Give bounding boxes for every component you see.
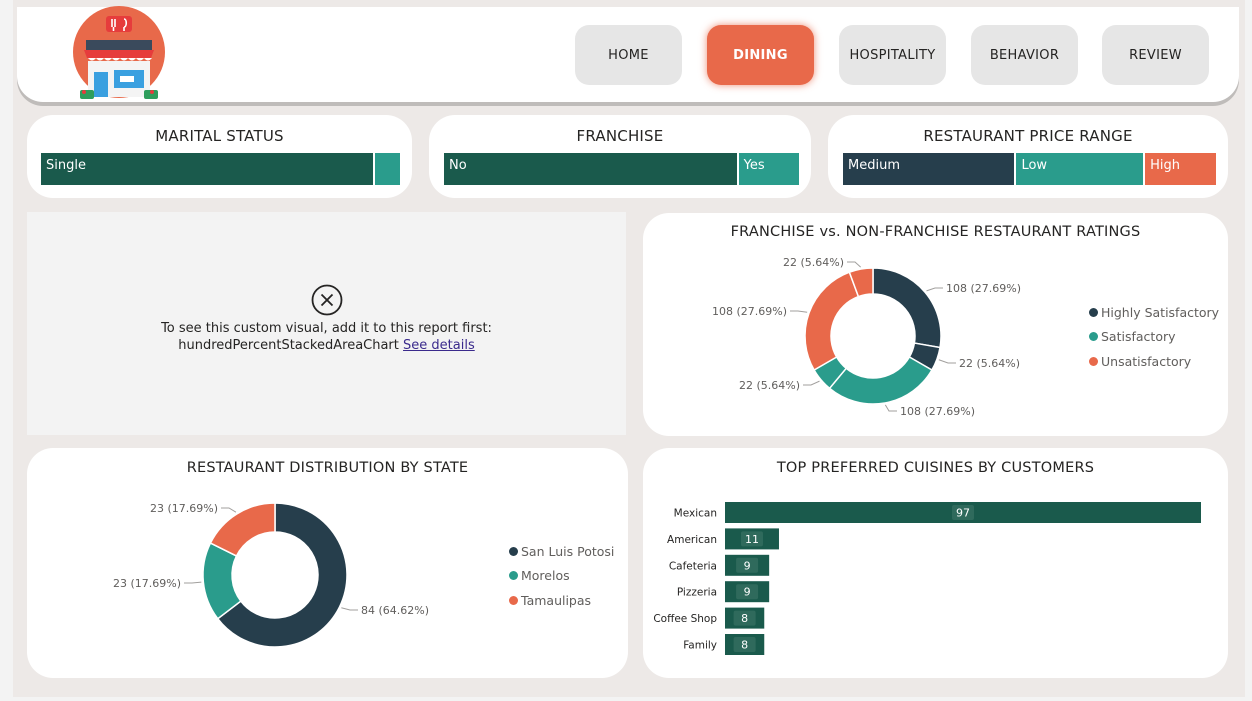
restaurant-logo	[73, 6, 165, 99]
legend-dot	[1089, 332, 1098, 342]
marital-status-card: MARITAL STATUS Single	[27, 115, 412, 198]
legend-dot	[509, 546, 518, 556]
legend-dot	[1089, 307, 1098, 317]
price-range-title: RESTAURANT PRICE RANGE	[923, 127, 1133, 145]
legend-dot	[509, 571, 518, 581]
marital-status-segment[interactable]: Single	[41, 153, 375, 185]
leader-line	[884, 404, 897, 412]
price-range-bar[interactable]: Medium Low High	[843, 153, 1216, 185]
leader-line	[184, 581, 202, 584]
value-label: 8	[741, 612, 748, 625]
value-label: 8	[741, 639, 748, 652]
leader-line	[938, 359, 956, 364]
value-label: 9	[744, 559, 751, 572]
franchise-segment[interactable]: No	[444, 153, 739, 185]
legend-label: Tamaulipas	[521, 592, 592, 608]
nav-hospitality-button[interactable]: HOSPITALITY	[839, 25, 946, 85]
nav-home-button[interactable]: HOME	[575, 25, 682, 85]
legend-item[interactable]: Highly Satisfactory	[1089, 300, 1219, 325]
franchise-bar[interactable]: No Yes	[444, 153, 799, 185]
leader-line	[926, 287, 943, 292]
donut-slice[interactable]	[209, 502, 276, 557]
see-details-link[interactable]: See details	[403, 338, 475, 353]
leader-line	[790, 310, 808, 313]
data-label: 23 (17.69%)	[113, 577, 181, 590]
legend-label: San Luis Potosi	[521, 543, 615, 559]
state-legend: San Luis Potosi Morelos Tamaulipas	[509, 539, 614, 613]
donut-slice[interactable]	[804, 271, 860, 372]
legend-item[interactable]: Tamaulipas	[509, 588, 614, 613]
category-label: Cafeteria	[669, 560, 717, 572]
nav-dining-button[interactable]: DINING	[707, 25, 814, 85]
legend-label: Highly Satisfactory	[1101, 304, 1220, 320]
nav-review-button[interactable]: REVIEW	[1102, 25, 1209, 85]
ratings-card: FRANCHISE vs. NON-FRANCHISE RESTAURANT R…	[643, 213, 1228, 436]
close-circle-icon	[311, 284, 343, 316]
data-label: 23 (17.69%)	[150, 502, 218, 515]
category-label: Family	[683, 640, 717, 652]
data-label: 84 (64.62%)	[361, 604, 429, 617]
legend-item[interactable]: Morelos	[509, 564, 614, 589]
custom-visual-error-panel: To see this custom visual, add it to thi…	[27, 212, 626, 435]
leader-line	[221, 507, 237, 513]
legend-dot	[509, 595, 518, 605]
state-distribution-card: RESTAURANT DISTRIBUTION BY STATE 84 (64.…	[27, 448, 628, 678]
data-label: 108 (27.69%)	[946, 282, 1021, 295]
ratings-legend: Highly Satisfactory Satisfactory Unsatis…	[1089, 300, 1219, 374]
category-label: Coffee Shop	[653, 613, 717, 625]
legend-dot	[1089, 356, 1098, 366]
legend-item[interactable]: San Luis Potosi	[509, 539, 614, 564]
nav-behavior-button[interactable]: BEHAVIOR	[971, 25, 1078, 85]
data-label: 108 (27.69%)	[900, 405, 975, 418]
legend-label: Unsatisfactory	[1101, 353, 1192, 369]
leader-line	[803, 380, 820, 386]
category-label: Mexican	[674, 508, 717, 520]
donut-slice[interactable]	[872, 267, 942, 349]
data-label: 22 (5.64%)	[739, 379, 800, 392]
data-label: 22 (5.64%)	[783, 256, 844, 269]
price-range-card: RESTAURANT PRICE RANGE Medium Low High	[828, 115, 1228, 198]
value-label: 97	[956, 507, 970, 520]
franchise-title: FRANCHISE	[576, 127, 664, 145]
category-label: Pizzeria	[677, 587, 717, 599]
custom-visual-error-message: To see this custom visual, add it to thi…	[27, 320, 626, 354]
data-label: 22 (5.64%)	[959, 357, 1020, 370]
marital-status-segment[interactable]	[374, 153, 400, 185]
franchise-segment[interactable]: Yes	[738, 153, 799, 185]
value-label: 9	[744, 586, 751, 599]
legend-label: Satisfactory	[1101, 329, 1176, 345]
value-label: 11	[745, 533, 759, 546]
legend-item[interactable]: Unsatisfactory	[1089, 349, 1219, 374]
data-label: 108 (27.69%)	[712, 305, 787, 318]
category-label: American	[667, 534, 717, 546]
leader-line	[341, 607, 358, 611]
cuisines-card: TOP PREFERRED CUISINES BY CUSTOMERS Mexi…	[643, 448, 1228, 678]
legend-label: Morelos	[521, 568, 570, 584]
marital-status-title: MARITAL STATUS	[155, 127, 284, 145]
donut-slice[interactable]	[828, 355, 933, 405]
cuisines-bar-chart[interactable]: Mexican 97 American 11 Cafeteria 9 Pizzeria 9 Co…	[643, 448, 1228, 678]
legend-item[interactable]: Satisfactory	[1089, 325, 1219, 350]
price-range-segment[interactable]: High	[1145, 153, 1216, 185]
price-range-segment[interactable]: Low	[1016, 153, 1146, 185]
price-range-segment[interactable]: Medium	[843, 153, 1017, 185]
marital-status-bar[interactable]: Single	[41, 153, 400, 185]
franchise-card: FRANCHISE No Yes	[429, 115, 811, 198]
leader-line	[847, 261, 861, 268]
